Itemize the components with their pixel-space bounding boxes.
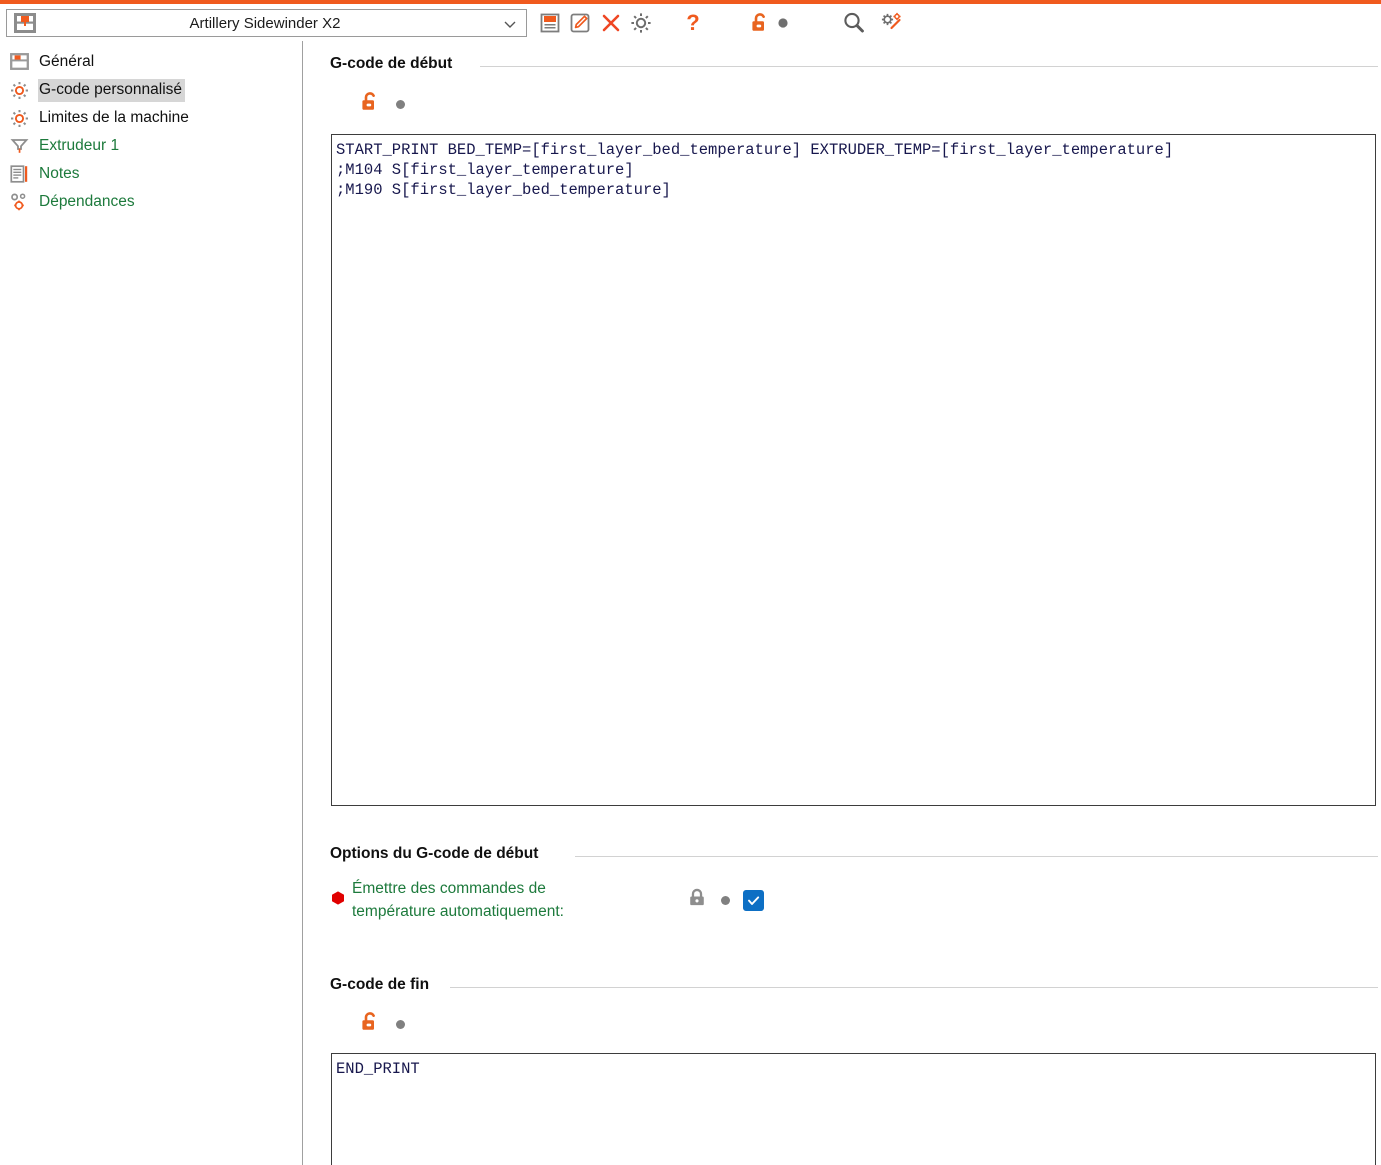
start-gcode-group-title: G-code de début: [330, 55, 459, 73]
preset-combobox-value: Artillery Sidewinder X2: [189, 14, 341, 32]
end-gcode-group: G-code de fin: [330, 976, 1378, 994]
preset-combobox[interactable]: Artillery Sidewinder X2: [6, 9, 527, 37]
sidebar-item-custom-gcode[interactable]: G-code personnalisé: [0, 76, 302, 104]
auto-temperature-checkbox[interactable]: [743, 889, 764, 911]
group-separator-line: [450, 987, 1378, 988]
chevron-down-icon[interactable]: [502, 16, 518, 32]
revert-dot-icon[interactable]: [396, 99, 405, 109]
main-content: G-code de début START_PRINT BED_TEMP=[fi…: [304, 41, 1381, 1165]
start-gcode-textarea[interactable]: START_PRINT BED_TEMP=[first_layer_bed_te…: [331, 134, 1376, 806]
unlock-orange-icon[interactable]: [358, 1010, 382, 1038]
nozzle-icon: [9, 136, 29, 156]
auto-temperature-option-row: Émettre des commandes de température aut…: [330, 877, 1090, 923]
auto-temperature-option-label: Émettre des commandes de température aut…: [352, 880, 564, 920]
sidebar: Général G-code personnalisé Limites de l…: [0, 41, 303, 1165]
delete-preset-button[interactable]: [597, 9, 625, 37]
sidebar-item-general[interactable]: Général: [0, 48, 302, 76]
dependencies-icon: [9, 192, 29, 212]
search-button[interactable]: [840, 9, 868, 37]
unlock-toggle-button[interactable]: [746, 9, 774, 37]
unlock-orange-icon[interactable]: [358, 90, 382, 118]
end-gcode-lock-row: [358, 1010, 405, 1038]
group-separator-line: [575, 856, 1378, 857]
checkmark-icon: [748, 895, 760, 905]
end-gcode-textarea[interactable]: END_PRINT: [331, 1053, 1376, 1165]
sidebar-item-label: Dépendances: [39, 192, 135, 210]
toolbar: Artillery Sidewinder X2 ?: [0, 4, 1381, 40]
printer-bed-icon: [9, 52, 29, 72]
red-hexagon-bullet: [330, 890, 346, 906]
sidebar-item-label: Général: [39, 52, 95, 70]
sidebar-item-extruder-1[interactable]: Extrudeur 1: [0, 132, 302, 160]
sidebar-item-label: G-code personnalisé: [38, 78, 186, 102]
revert-dot-icon[interactable]: [396, 1019, 405, 1029]
lock-closed-gray-icon[interactable]: [686, 887, 708, 913]
rename-preset-button[interactable]: [566, 9, 594, 37]
sidebar-item-dependencies[interactable]: Dépendances: [0, 188, 302, 216]
auto-temperature-option-controls: [686, 887, 764, 913]
printer-icon: [12, 12, 38, 34]
end-gcode-group-title: G-code de fin: [330, 976, 436, 994]
notes-icon: [9, 164, 29, 184]
sidebar-item-label: Notes: [39, 164, 80, 182]
start-gcode-group: G-code de début: [330, 55, 1378, 73]
svg-text:?: ?: [686, 11, 699, 35]
revert-dot-icon[interactable]: [721, 895, 730, 905]
sidebar-item-label: Limites de la machine: [39, 108, 189, 126]
start-gcode-options-group-title: Options du G-code de début: [330, 845, 545, 863]
start-gcode-options-group: Options du G-code de début: [330, 845, 1378, 863]
save-preset-button[interactable]: [536, 9, 564, 37]
sidebar-item-machine-limits[interactable]: Limites de la machine: [0, 104, 302, 132]
help-button[interactable]: ?: [679, 9, 707, 37]
gear-icon: [9, 108, 29, 128]
revert-dot-icon[interactable]: [775, 9, 791, 37]
group-separator-line: [480, 66, 1378, 67]
preset-settings-button[interactable]: [627, 9, 655, 37]
sidebar-item-notes[interactable]: Notes: [0, 160, 302, 188]
sidebar-item-label: Extrudeur 1: [39, 136, 120, 154]
compare-presets-button[interactable]: [877, 9, 905, 37]
gear-icon: [9, 80, 29, 100]
start-gcode-lock-row: [358, 90, 405, 118]
